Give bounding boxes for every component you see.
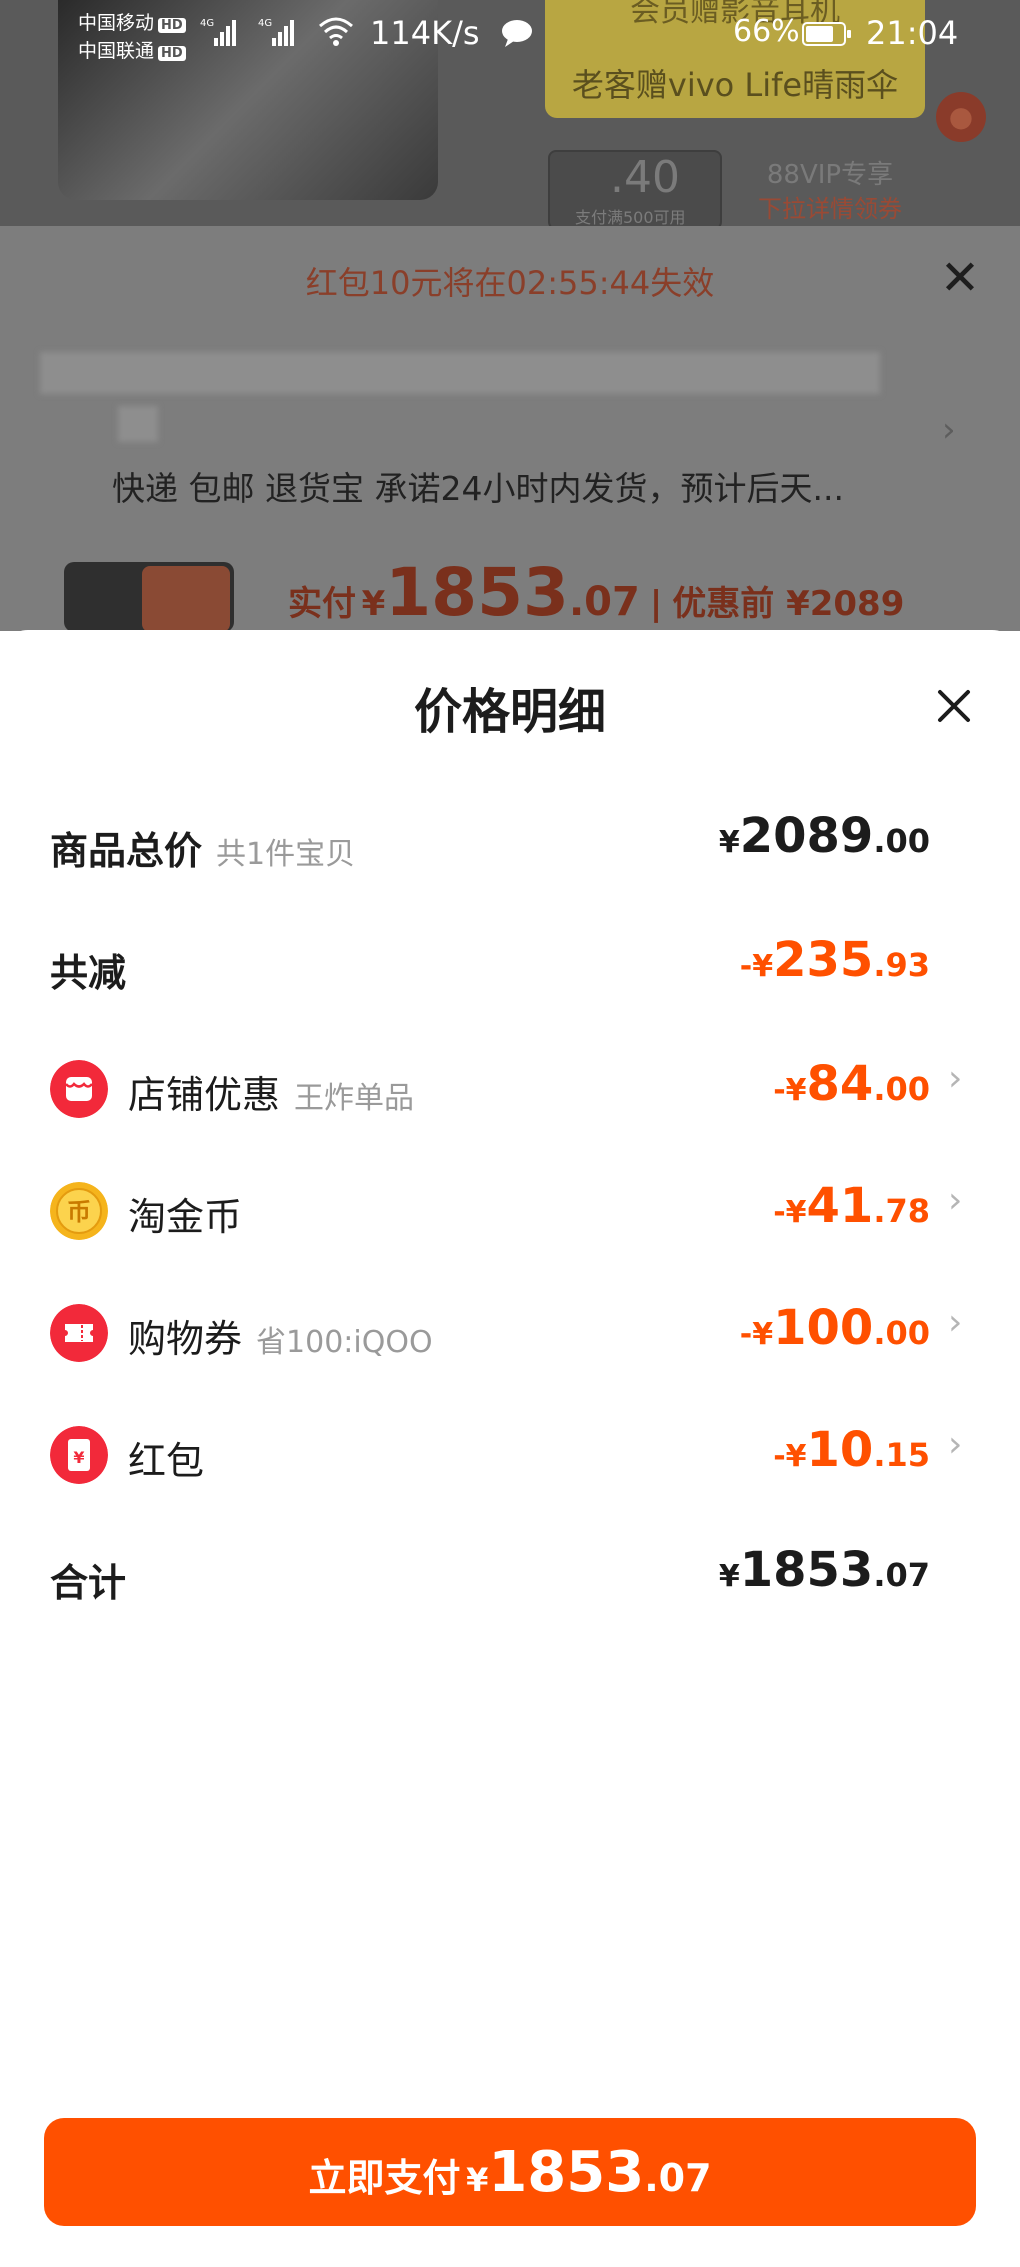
blurred-product-title: [40, 352, 880, 394]
signal-icon: 4G: [200, 18, 236, 46]
background-price: 实付 ¥1853.07 | 优惠前 ¥2089: [288, 554, 905, 631]
coupon-discount-sub: 省100:iQOO: [256, 1325, 433, 1360]
coupon-discount-row[interactable]: 购物券 省100:iQOO -¥100.00 ›: [0, 1294, 1020, 1374]
ticket-icon: [50, 1304, 108, 1362]
svg-text:4G: 4G: [258, 18, 272, 29]
goods-count: 共1件宝贝: [216, 837, 356, 872]
discount-total-label: 共减: [50, 951, 127, 995]
chevron-right-icon[interactable]: ›: [942, 410, 956, 450]
goods-total-row: 商品总价 共1件宝贝 ¥2089.00: [0, 806, 1020, 886]
coin-discount-row[interactable]: 币 淘金币 -¥41.78 ›: [0, 1172, 1020, 1252]
sum-amount: ¥1853.07: [718, 1542, 930, 1598]
gift-icon: ●: [936, 92, 986, 142]
discount-total-amount: -¥235.93: [739, 932, 930, 988]
coin-discount-label: 淘金币: [128, 1195, 243, 1239]
wifi-icon: [319, 17, 353, 46]
battery-percent: 66%: [733, 14, 800, 49]
svg-text:4G: 4G: [200, 18, 214, 29]
chevron-right-icon: ›: [948, 1058, 963, 1099]
clock: 21:04: [866, 14, 959, 52]
vip-badge: 88VIP专享 下拉详情领券: [740, 158, 920, 226]
coupon-value: .40: [610, 152, 680, 203]
svg-text:¥: ¥: [73, 1448, 84, 1467]
goods-total-label: 商品总价 共1件宝贝: [50, 829, 356, 873]
coupon-discount-label: 购物券 省100:iQOO: [128, 1317, 433, 1361]
status-bar: 中国移动 HD 中国联通 HD 4G 4G 114K/s 66% 21:04: [0, 0, 1020, 70]
store-icon: [50, 1060, 108, 1118]
background-close-icon[interactable]: ✕: [938, 254, 982, 302]
sheet-title: 价格明细: [413, 684, 606, 740]
red-packet-label: 红包: [128, 1439, 205, 1483]
chevron-right-icon: ›: [948, 1424, 963, 1465]
store-discount-amount: -¥84.00: [773, 1056, 930, 1112]
sum-label: 合计: [50, 1561, 127, 1605]
coin-discount-amount: -¥41.78: [773, 1178, 930, 1234]
goods-total-amount: ¥2089.00: [718, 808, 930, 864]
vip-line-1: 88VIP专享: [766, 160, 894, 190]
pay-now-button[interactable]: 立即支付 ¥1853.07: [44, 2118, 976, 2226]
carrier-2: 中国联通 HD: [78, 36, 186, 63]
red-packet-row[interactable]: ¥ 红包 -¥10.15 ›: [0, 1416, 1020, 1496]
store-discount-sub: 王炸单品: [294, 1081, 415, 1116]
store-discount-label: 店铺优惠 王炸单品: [128, 1073, 415, 1117]
coin-icon: 币: [50, 1182, 108, 1240]
pay-now-label: 立即支付 ¥1853.07: [308, 2140, 712, 2205]
chevron-right-icon: ›: [948, 1180, 963, 1221]
chat-icon: [502, 20, 532, 47]
price-detail-sheet: 价格明细 商品总价 共1件宝贝 ¥2089.00 共减 -¥235.93 店铺优惠…: [0, 630, 1020, 2267]
product-thumbnail-screen: [142, 566, 230, 632]
red-packet-icon: ¥: [50, 1426, 108, 1484]
shipping-info: 快递 包邮 退货宝 承诺24小时内发货，预计后天...: [112, 469, 844, 508]
discount-total-row: 共减 -¥235.93: [0, 928, 1020, 1008]
net-speed: 114K/s: [370, 14, 480, 52]
carrier-1: 中国移动 HD: [78, 8, 186, 35]
close-icon[interactable]: [934, 686, 974, 726]
sum-row: 合计 ¥1853.07: [0, 1538, 1020, 1618]
vip-line-2: 下拉详情领券: [758, 195, 902, 223]
battery-icon: [802, 22, 851, 46]
chevron-right-icon: ›: [948, 1302, 963, 1343]
blurred-product-title-2: [118, 406, 158, 442]
coupon-discount-amount: -¥100.00: [739, 1300, 930, 1356]
coupon-sub: 支付满500可用: [575, 208, 686, 226]
store-discount-row[interactable]: 店铺优惠 王炸单品 -¥84.00 ›: [0, 1050, 1020, 1130]
red-packet-countdown: 红包10元将在02:55:44失效: [305, 264, 715, 302]
signal-icon-2: 4G: [258, 18, 294, 46]
svg-text:币: 币: [67, 1198, 91, 1226]
red-packet-amount: -¥10.15: [773, 1422, 930, 1478]
